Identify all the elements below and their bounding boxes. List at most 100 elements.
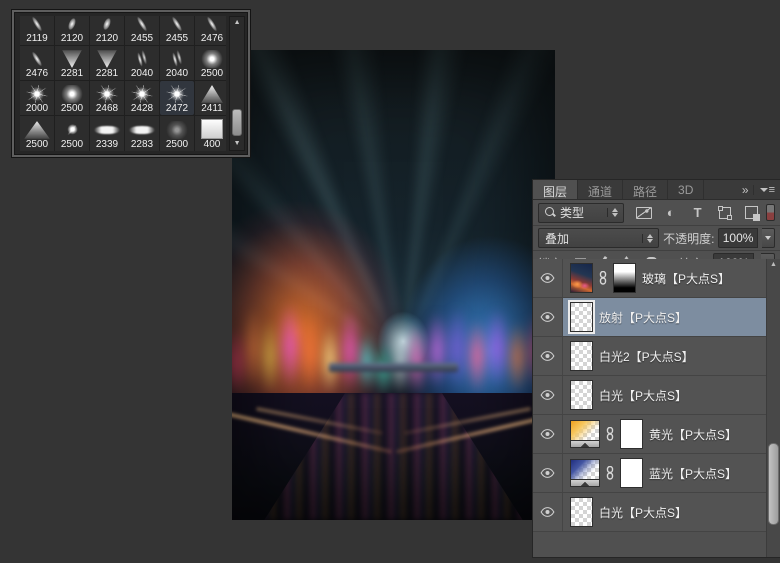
layer-thumbnail[interactable]	[570, 380, 593, 410]
filter-type-layers-icon[interactable]: T	[689, 205, 707, 221]
layer-mask-thumbnail[interactable]	[620, 419, 643, 449]
brush-preset[interactable]: 2000	[20, 81, 54, 115]
layer-name[interactable]: 放射【P大点S】	[599, 309, 687, 326]
filter-pixel-layers-icon[interactable]	[635, 205, 653, 221]
brush-preset[interactable]: 2040	[125, 46, 159, 80]
visibility-cell[interactable]	[533, 337, 563, 375]
brush-preset[interactable]: 2411	[195, 81, 226, 115]
layer-name[interactable]: 白光【P大点S】	[599, 387, 687, 404]
tab-3d[interactable]: 3D	[668, 180, 704, 199]
brush-scrollbar[interactable]: ▲ ▼	[229, 16, 245, 151]
layer-thumbnail[interactable]	[570, 263, 593, 293]
visibility-cell[interactable]	[533, 376, 563, 414]
visibility-cell[interactable]	[533, 415, 563, 453]
opacity-value-field[interactable]: 100%	[718, 228, 758, 248]
filter-adjustment-layers-icon[interactable]: ◐	[662, 205, 680, 221]
layer-thumbnail[interactable]	[570, 420, 600, 441]
brush-preset[interactable]: 2500	[195, 46, 226, 80]
layer-row[interactable]: 玻璃【P大点S】	[533, 259, 780, 298]
filter-toggle-switch[interactable]	[766, 204, 775, 221]
tab-channels[interactable]: 通道	[578, 180, 623, 199]
brush-stroke-icon	[164, 121, 190, 139]
link-icon[interactable]	[599, 271, 607, 285]
brush-preset-selected[interactable]: 2472	[160, 81, 194, 115]
layer-name[interactable]: 蓝光【P大点S】	[649, 465, 737, 482]
scrollbar-thumb[interactable]	[768, 443, 779, 525]
eye-icon	[540, 273, 555, 283]
layer-mask-thumbnail[interactable]	[620, 458, 643, 488]
brush-size-label: 2283	[131, 139, 153, 150]
brush-stroke-icon	[59, 121, 85, 139]
eye-icon	[540, 507, 555, 517]
brush-stroke-icon	[129, 50, 155, 68]
opacity-dropdown-icon[interactable]	[762, 228, 775, 248]
brush-stroke-icon	[24, 121, 50, 139]
panel-menu-icon[interactable]: ≡	[753, 185, 775, 195]
layer-thumbnail[interactable]	[570, 459, 600, 480]
layer-thumbnail[interactable]	[570, 497, 593, 527]
brush-preset[interactable]: 2428	[125, 81, 159, 115]
brush-preset[interactable]: 2281	[90, 46, 124, 80]
brush-size-label: 2281	[61, 68, 83, 79]
scroll-up-icon[interactable]: ▲	[234, 19, 241, 27]
visibility-cell[interactable]	[533, 493, 563, 531]
layer-row-selected[interactable]: 放射【P大点S】	[533, 298, 780, 337]
brush-preset[interactable]: 2468	[90, 81, 124, 115]
filter-row: 类型 ◐ T	[533, 200, 780, 226]
brush-preset[interactable]: 2119	[20, 16, 54, 45]
brush-size-label: 2339	[96, 139, 118, 150]
filter-smart-objects-icon[interactable]	[743, 205, 761, 221]
layers-panel: 图层 通道 路径 3D » ≡ 类型 ◐ T 叠加 不透明度: 100%	[533, 180, 780, 557]
brush-preset[interactable]: 2455	[160, 16, 194, 45]
document-canvas[interactable]	[232, 50, 555, 520]
layer-name[interactable]: 玻璃【P大点S】	[642, 270, 730, 287]
layer-row[interactable]: 黄光【P大点S】	[533, 415, 780, 454]
layer-row[interactable]: 白光2【P大点S】	[533, 337, 780, 376]
layer-name[interactable]: 白光【P大点S】	[599, 504, 687, 521]
visibility-cell[interactable]	[533, 454, 563, 492]
visibility-cell[interactable]	[533, 298, 563, 336]
layer-name[interactable]: 白光2【P大点S】	[599, 348, 694, 365]
layer-row[interactable]: 白光【P大点S】	[533, 376, 780, 415]
brush-preset[interactable]: 400	[195, 116, 226, 151]
layer-name[interactable]: 黄光【P大点S】	[649, 426, 737, 443]
brush-preset[interactable]: 2476	[20, 46, 54, 80]
brush-preset[interactable]: 2281	[55, 46, 89, 80]
brush-preset[interactable]: 2040	[160, 46, 194, 80]
layer-thumbnail[interactable]	[570, 302, 593, 332]
brush-preset[interactable]: 2500	[55, 81, 89, 115]
layer-list-scrollbar[interactable]: ▲	[766, 259, 780, 557]
brush-stroke-icon	[24, 16, 50, 33]
brush-size-label: 2411	[201, 103, 223, 114]
brush-preset[interactable]: 2500	[160, 116, 194, 151]
brush-preset[interactable]: 2120	[90, 16, 124, 45]
visibility-cell[interactable]	[533, 259, 563, 297]
brush-preset[interactable]: 2500	[20, 116, 54, 151]
filter-shape-layers-icon[interactable]	[716, 205, 734, 221]
scrollbar-thumb[interactable]	[232, 109, 242, 136]
tab-paths[interactable]: 路径	[623, 180, 668, 199]
brush-size-label: 2472	[166, 103, 188, 114]
link-icon[interactable]	[606, 427, 614, 441]
tab-layers[interactable]: 图层	[533, 180, 578, 199]
scroll-up-icon[interactable]: ▲	[767, 259, 780, 268]
link-icon[interactable]	[606, 466, 614, 480]
brush-preset[interactable]: 2500	[55, 116, 89, 151]
layer-row[interactable]: 蓝光【P大点S】	[533, 454, 780, 493]
brush-preset-picker: 2119 2120 2120 2455 2455 2476 2476 2281 …	[12, 10, 250, 157]
brush-size-label: 2500	[26, 139, 48, 150]
brush-preset[interactable]: 2283	[125, 116, 159, 151]
brush-preset[interactable]: 2455	[125, 16, 159, 45]
brush-stroke-icon	[59, 16, 85, 33]
layer-mask-thumbnail[interactable]	[613, 263, 636, 293]
layer-thumbnail[interactable]	[570, 341, 593, 371]
collapse-panel-icon[interactable]: »	[742, 183, 747, 197]
filter-type-dropdown[interactable]: 类型	[538, 203, 624, 223]
brush-preset[interactable]: 2339	[90, 116, 124, 151]
blend-mode-dropdown[interactable]: 叠加	[538, 228, 659, 248]
brush-preset[interactable]: 2476	[195, 16, 226, 45]
brush-stroke-icon	[94, 121, 120, 139]
scroll-down-icon[interactable]: ▼	[234, 140, 241, 148]
layer-row[interactable]: 白光【P大点S】	[533, 493, 780, 532]
brush-preset[interactable]: 2120	[55, 16, 89, 45]
